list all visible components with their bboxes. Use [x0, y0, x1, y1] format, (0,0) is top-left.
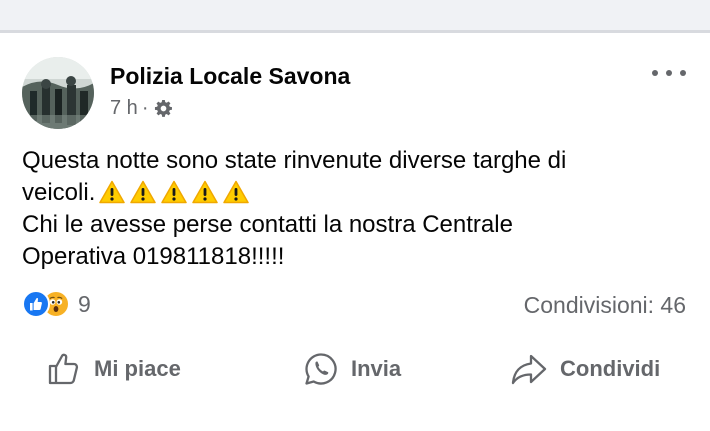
send-button[interactable]: Invia [303, 351, 401, 387]
author-name[interactable]: Polizia Locale Savona [110, 63, 350, 90]
warning-icon [223, 180, 250, 204]
post-text-line: Questa notte sono state rinvenute divers… [22, 147, 567, 174]
post-text-line: Operativa 019811818!!!!! [22, 243, 285, 270]
thumbs-up-icon [46, 351, 82, 387]
reaction-count: 9 [78, 290, 91, 317]
share-arrow-icon [510, 351, 548, 387]
warning-icon [99, 180, 126, 204]
like-icon [22, 290, 50, 318]
like-label: Mi piace [94, 356, 181, 381]
post-text-line: Chi le avesse perse contatti la nostra C… [22, 211, 513, 238]
warning-emoji-group [99, 180, 250, 204]
send-label: Invia [351, 356, 402, 381]
post-text-line: veicoli. [22, 177, 692, 209]
whatsapp-icon [303, 351, 339, 387]
post-time[interactable]: 7 h [110, 97, 138, 120]
reactions-summary[interactable]: 9 [22, 290, 91, 318]
action-bar: Mi piace Invia Condividi [0, 351, 710, 391]
post-text: Questa notte sono state rinvenute divers… [22, 145, 692, 273]
shares-count[interactable]: Condivisioni: 46 [524, 292, 686, 319]
post-text-fragment: veicoli. [22, 179, 96, 206]
post-card: Polizia Locale Savona 7 h · Questa notte… [0, 33, 710, 431]
more-options-icon[interactable] [652, 66, 686, 80]
meta-separator: · [141, 97, 149, 119]
gear-icon[interactable] [154, 99, 173, 118]
share-label: Condividi [560, 356, 661, 381]
warning-icon [130, 180, 157, 204]
share-button[interactable]: Condividi [510, 351, 660, 387]
warning-icon [192, 180, 219, 204]
warning-icon [161, 180, 188, 204]
like-button[interactable]: Mi piace [46, 351, 181, 387]
post-meta: 7 h · [110, 97, 173, 120]
top-bar [0, 0, 710, 33]
author-avatar[interactable] [22, 57, 94, 129]
